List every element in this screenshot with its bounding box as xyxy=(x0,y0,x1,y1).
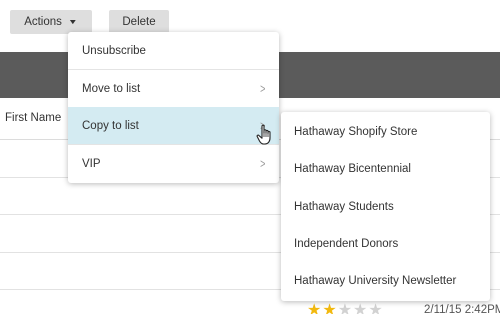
submenu-item-hathaway-students[interactable]: Hathaway Students xyxy=(281,188,490,225)
menu-item-vip[interactable]: VIP > xyxy=(68,145,279,182)
submenu-item-independent-donors[interactable]: Independent Donors xyxy=(281,225,490,262)
menu-item-copy-to-list[interactable]: Copy to list > xyxy=(68,107,279,144)
actions-button[interactable]: Actions ▼ xyxy=(10,10,92,34)
menu-item-label: VIP xyxy=(82,157,101,170)
star-icon[interactable]: ★ xyxy=(338,302,353,314)
hand-pointer-icon xyxy=(256,124,271,145)
submenu-item-hathaway-bicentennial[interactable]: Hathaway Bicentennial xyxy=(281,150,490,187)
chevron-right-icon: > xyxy=(260,81,266,96)
menu-item-label: Copy to list xyxy=(82,119,139,132)
menu-item-label: Move to list xyxy=(82,82,141,95)
star-icon[interactable]: ★ xyxy=(368,302,383,314)
row-timestamp: 2/11/15 2:42PM xyxy=(424,304,500,314)
star-icon[interactable]: ★ xyxy=(307,302,322,314)
menu-item-label: Unsubscribe xyxy=(82,44,146,57)
submenu-item-hathaway-shopify-store[interactable]: Hathaway Shopify Store xyxy=(281,113,490,150)
chevron-right-icon: > xyxy=(260,156,266,171)
star-rating[interactable]: ★★★★★ xyxy=(307,300,384,314)
actions-button-label: Actions xyxy=(24,16,62,28)
star-icon[interactable]: ★ xyxy=(353,302,368,314)
star-icon[interactable]: ★ xyxy=(322,302,337,314)
menu-item-unsubscribe[interactable]: Unsubscribe xyxy=(68,32,279,69)
copy-to-list-submenu: Hathaway Shopify Store Hathaway Bicenten… xyxy=(281,112,490,301)
chevron-down-icon: ▼ xyxy=(67,18,78,26)
first-name-column-header[interactable]: First Name xyxy=(5,112,61,124)
delete-button[interactable]: Delete xyxy=(109,10,169,34)
actions-menu: Unsubscribe Move to list > Copy to list … xyxy=(68,32,279,183)
menu-item-move-to-list[interactable]: Move to list > xyxy=(68,70,279,107)
submenu-item-hathaway-university-newsletter[interactable]: Hathaway University Newsletter xyxy=(281,262,490,299)
